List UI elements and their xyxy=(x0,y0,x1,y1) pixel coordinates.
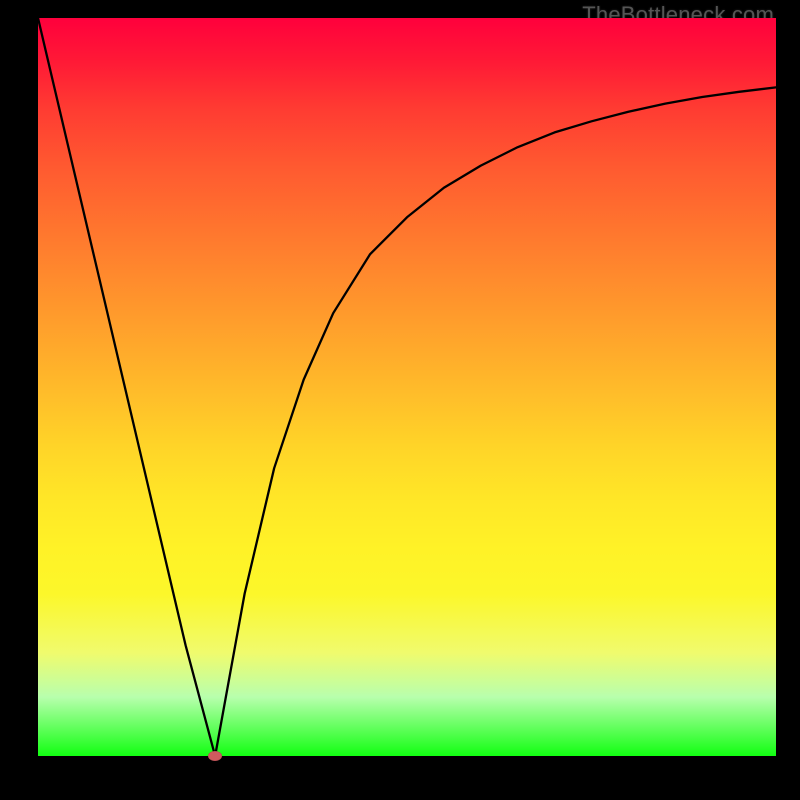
curve-svg xyxy=(38,18,776,756)
chart-container: TheBottleneck.com xyxy=(0,0,800,800)
min-marker xyxy=(208,751,222,761)
curve-path xyxy=(38,18,776,756)
plot-area xyxy=(38,18,776,756)
